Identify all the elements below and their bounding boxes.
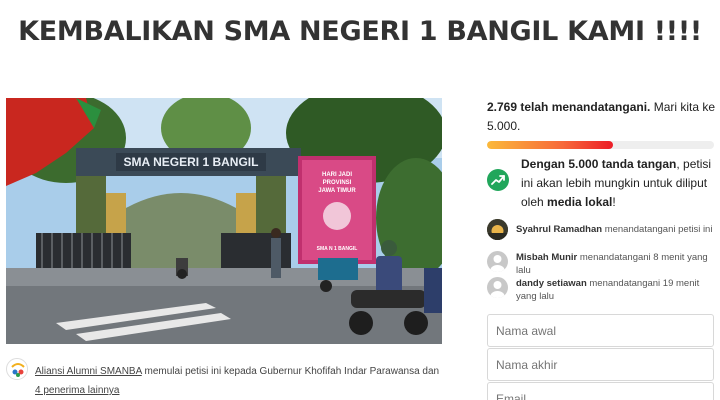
user-icon xyxy=(487,251,508,272)
starter-avatar[interactable] xyxy=(6,358,28,380)
banner-line-1: HARI JADI xyxy=(322,172,352,178)
signer-avatar xyxy=(487,219,508,240)
user-icon xyxy=(487,277,508,298)
media-bold-lead: Dengan 5.000 tanda tangan xyxy=(521,157,677,171)
signer-name[interactable]: Misbah Munir xyxy=(516,252,577,263)
signer-name[interactable]: dandy setiawan xyxy=(516,278,587,289)
signature-count-text: 2.769 telah menandatangani. xyxy=(487,100,651,114)
gate-sign-text: SMA NEGERI 1 BANGIL xyxy=(124,155,259,169)
petition-photo: SMA NEGERI 1 BANGIL HARI JADI PROVINSI J… xyxy=(6,98,442,344)
petition-title: KEMBALIKAN SMA NEGERI 1 BANGIL KAMI !!!! xyxy=(18,16,702,47)
media-bold-tail: media lokal xyxy=(547,195,613,209)
banner-line-2: PROVINSI xyxy=(323,180,352,186)
signer-action: menandatangani petisi ini xyxy=(602,224,713,235)
last-name-field[interactable] xyxy=(487,348,714,381)
email-field[interactable] xyxy=(487,382,714,400)
first-name-field[interactable] xyxy=(487,314,714,347)
trending-up-icon xyxy=(487,169,509,191)
starter-action-text: memulai petisi ini kepada Gubernur Khofi… xyxy=(141,366,440,377)
signature-progress-fill xyxy=(487,141,613,149)
banner-line-3: JAWA TIMUR xyxy=(318,188,356,194)
petition-starter-info: Aliansi Alumni SMANBA memulai petisi ini… xyxy=(35,362,445,400)
other-recipients-link[interactable]: 4 penerima lainnya xyxy=(35,385,120,396)
media-end: ! xyxy=(612,195,616,209)
signature-progress-bar xyxy=(487,141,714,149)
starter-name-link[interactable]: Aliansi Alumni SMANBA xyxy=(35,366,142,377)
signer-name[interactable]: Syahrul Ramadhan xyxy=(516,224,602,235)
banner-footer: SMA N 1 BANGIL xyxy=(317,246,358,252)
signature-count: 2.769 telah menandatangani. Mari kita ke… xyxy=(487,98,717,136)
media-coverage-message: Dengan 5.000 tanda tangan, petisi ini ak… xyxy=(521,155,720,212)
